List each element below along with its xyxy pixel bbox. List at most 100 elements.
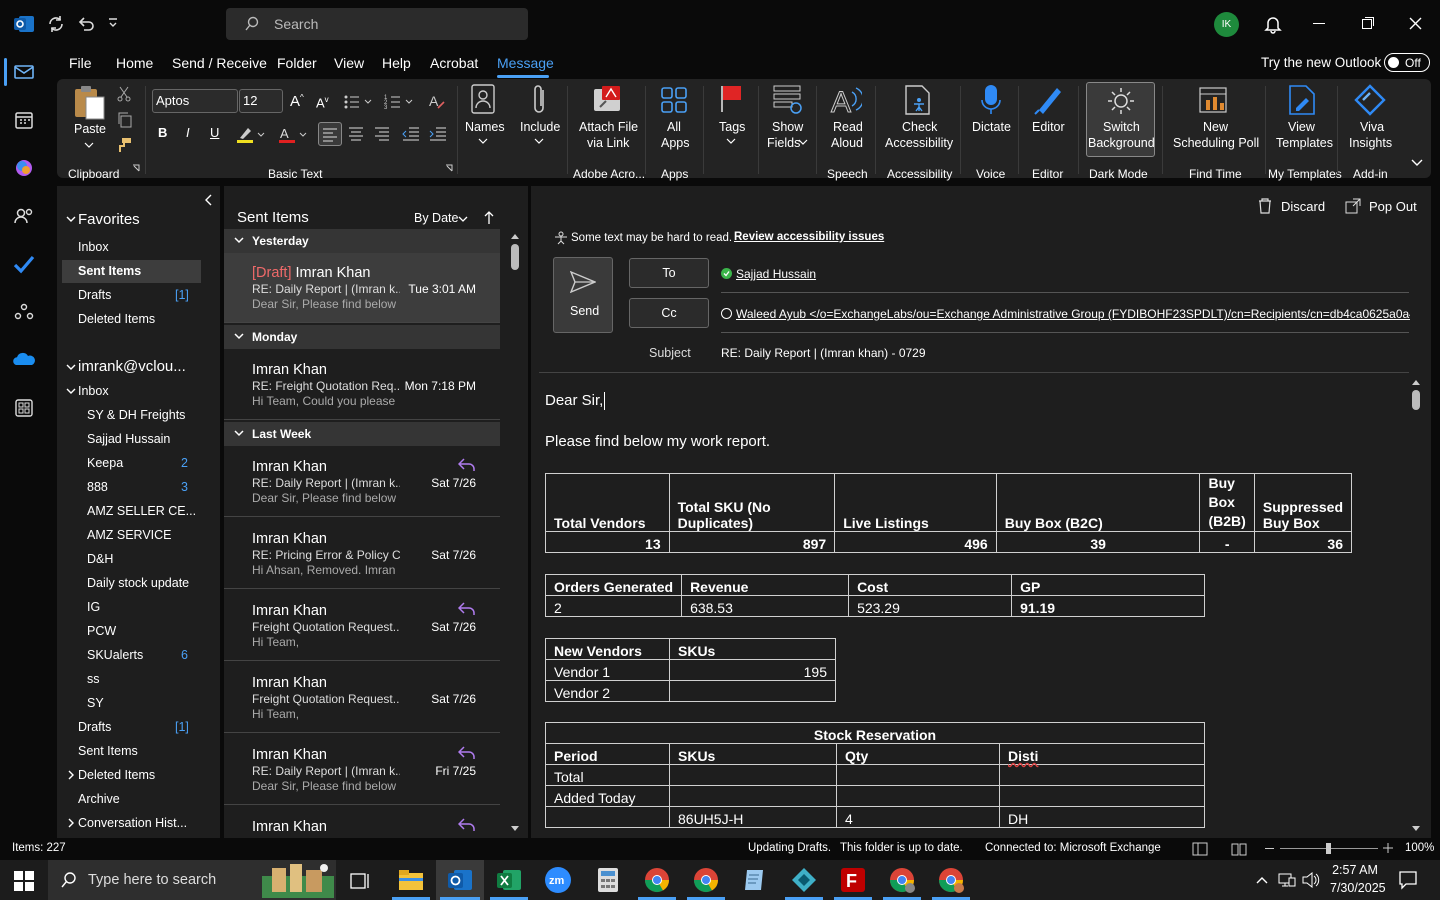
avatar[interactable]: IK [1214, 12, 1239, 37]
sort-by-date[interactable]: By Date [414, 211, 458, 225]
filezilla-icon[interactable]: F [839, 866, 867, 894]
names-icon[interactable] [471, 84, 497, 114]
minimize-button[interactable] [1313, 23, 1325, 24]
body-greeting[interactable]: Dear Sir, [545, 392, 603, 409]
chevron-down-icon[interactable] [458, 215, 468, 223]
show-fields-dropdown-icon[interactable] [798, 138, 808, 146]
subject-input[interactable]: RE: Daily Report | (Imran khan) - 0729 [721, 346, 926, 360]
all-apps-label-2[interactable]: Apps [661, 135, 690, 151]
cc-recipient[interactable]: Waleed Ayub </o=ExchangeLabs/ou=Exchange… [736, 307, 1410, 321]
chevron-down-icon[interactable] [66, 215, 76, 223]
clear-formatting-icon[interactable]: A [428, 92, 446, 110]
paste-dropdown-icon[interactable] [84, 141, 94, 149]
search-input[interactable]: Search [226, 8, 528, 40]
names-button[interactable]: Names [465, 119, 505, 135]
folder-sent-items[interactable]: Sent Items [78, 744, 138, 758]
all-apps-icon[interactable] [660, 86, 688, 114]
read-aloud-icon[interactable]: A [830, 84, 862, 116]
chrome-profile-icon[interactable] [692, 866, 720, 894]
all-apps-label-1[interactable]: All [667, 119, 681, 135]
chrome-profile-2-icon[interactable] [888, 866, 916, 894]
tags-dropdown-icon[interactable] [726, 137, 736, 145]
list-item[interactable]: Imran Khan Freight Quotation Request... … [224, 591, 500, 661]
sort-arrow-up-icon[interactable] [484, 211, 494, 225]
microphone-icon[interactable] [980, 84, 1002, 116]
clock-time[interactable]: 2:57 AM [1332, 863, 1378, 877]
tags-button[interactable]: Tags [719, 119, 745, 135]
calculator-icon[interactable] [594, 866, 622, 894]
shrink-font-icon[interactable]: Av [316, 95, 329, 110]
dictate-button[interactable]: Dictate [972, 119, 1011, 135]
tab-folder[interactable]: Folder [277, 55, 317, 71]
tab-view[interactable]: View [334, 55, 364, 71]
names-dropdown-icon[interactable] [478, 137, 488, 145]
font-color-icon[interactable]: A [278, 126, 310, 144]
notifications-icon[interactable] [1398, 870, 1418, 890]
excel-icon[interactable] [495, 866, 523, 894]
tab-home[interactable]: Home [116, 55, 153, 71]
list-item[interactable]: Imran Khan [224, 807, 500, 838]
scroll-down-icon[interactable] [510, 825, 520, 833]
fav-deleted-items[interactable]: Deleted Items [78, 312, 155, 326]
viva-label-1[interactable]: Viva [1360, 119, 1384, 135]
collapse-folder-pane-icon[interactable] [203, 194, 213, 206]
zoom-slider-thumb[interactable] [1326, 843, 1331, 854]
onedrive-icon[interactable] [12, 348, 36, 372]
tab-message[interactable]: Message [497, 55, 554, 71]
to-recipient[interactable]: Sajjad Hussain [736, 267, 816, 281]
zoom-in-icon[interactable] [1383, 843, 1393, 853]
more-apps-icon[interactable] [12, 396, 36, 420]
to-button[interactable]: To [629, 258, 709, 288]
bullets-icon[interactable] [343, 93, 373, 111]
folder-drafts[interactable]: Drafts [78, 720, 111, 734]
align-left-button[interactable] [318, 122, 342, 146]
attach-file-label-1[interactable]: Attach File [579, 119, 638, 135]
check-accessibility-label-2[interactable]: Accessibility [885, 135, 953, 151]
network-icon[interactable] [1278, 872, 1296, 888]
check-accessibility-icon[interactable] [904, 84, 932, 116]
list-item[interactable]: Imran Khan RE: Freight Quotation Req... … [224, 350, 500, 420]
folder-deleted-items[interactable]: Deleted Items [78, 768, 155, 782]
folder-pcw[interactable]: PCW [87, 624, 116, 638]
show-fields-label-1[interactable]: Show [772, 119, 803, 135]
tab-file[interactable]: File [69, 55, 92, 71]
review-accessibility-link[interactable]: Review accessibility issues [734, 231, 884, 243]
include-button[interactable]: Include [520, 119, 560, 135]
list-item[interactable]: Imran Khan Freight Quotation Request... … [224, 663, 500, 733]
notepad-icon[interactable] [741, 866, 769, 894]
cut-icon[interactable] [117, 86, 131, 102]
mail-icon[interactable] [12, 60, 36, 84]
folder-amz-seller[interactable]: AMZ SELLER CE... [87, 504, 196, 518]
numbering-icon[interactable]: 123 [384, 93, 414, 111]
orders-table[interactable]: Orders Generated Revenue Cost GP 2 638.5… [544, 574, 1205, 617]
stock-reservation-table[interactable]: Stock Reservation Period SKUs Qty Disti … [545, 722, 1205, 828]
list-scrollbar-thumb[interactable] [511, 244, 519, 270]
chevron-down-icon[interactable] [234, 237, 244, 245]
scroll-up-icon[interactable] [510, 232, 520, 240]
adobe-attach-icon[interactable] [592, 85, 624, 115]
zoom-icon[interactable]: zm [544, 866, 572, 894]
paste-icon[interactable] [72, 85, 106, 121]
chrome-profile-3-icon[interactable] [937, 866, 965, 894]
folder-sy[interactable]: SY [87, 696, 104, 710]
fav-inbox[interactable]: Inbox [78, 240, 109, 254]
highlight-icon[interactable] [236, 126, 268, 144]
zoom-level[interactable]: 100% [1405, 842, 1434, 854]
customize-qat-icon[interactable] [106, 16, 120, 30]
font-name-select[interactable]: Aptos [152, 89, 238, 113]
align-right-icon[interactable] [372, 124, 392, 144]
groups-icon[interactable] [12, 300, 36, 324]
bold-icon[interactable]: B [158, 125, 167, 140]
read-aloud-label-1[interactable]: Read [833, 119, 863, 135]
folder-archive[interactable]: Archive [78, 792, 120, 806]
outlook-taskbar-icon[interactable] [446, 866, 474, 894]
folder-keepa[interactable]: Keepa [87, 456, 123, 470]
group-header-yesterday[interactable]: Yesterday [224, 229, 500, 253]
folder-ss[interactable]: ss [87, 672, 100, 686]
chevron-down-icon[interactable] [66, 363, 76, 371]
flag-icon[interactable] [718, 84, 744, 114]
windows-start-icon[interactable] [14, 871, 34, 891]
chevron-right-icon[interactable] [67, 770, 75, 780]
view-templates-label-1[interactable]: View [1288, 119, 1315, 135]
scheduling-poll-icon[interactable] [1198, 84, 1230, 116]
